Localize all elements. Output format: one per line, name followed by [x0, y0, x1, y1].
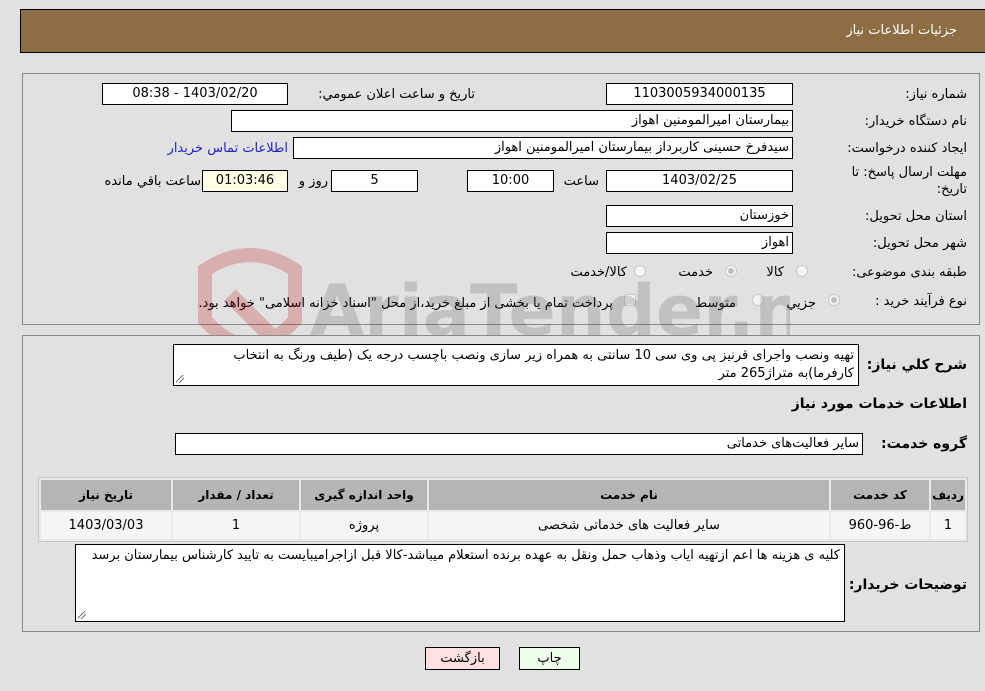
- announce-datetime-field: 1403/02/20 - 08:38: [102, 83, 288, 105]
- cell-service-code: ط-96-960: [831, 512, 929, 539]
- need-number-field: 1103005934000135: [606, 83, 793, 105]
- description-label: شرح کلي نیاز:: [866, 357, 967, 373]
- page-header: جزئیات اطلاعات نیاز: [20, 9, 985, 53]
- purchase-type-option-minor: جزيي: [786, 296, 816, 311]
- table-row: 1 ط-96-960 سایر فعالیت های خدماتی شخصی پ…: [41, 512, 965, 539]
- buyer-contact-link[interactable]: اطلاعات تماس خریدار: [168, 141, 288, 156]
- buyer-org-label: نام دستگاه خریدار:: [864, 114, 967, 129]
- remaining-days-label: روز و: [298, 174, 328, 189]
- buyer-notes-label: توضیحات خریدار:: [848, 577, 967, 593]
- category-radio-goods-service[interactable]: [634, 265, 646, 277]
- remaining-days-field: 5: [331, 170, 418, 192]
- service-group-field: سایر فعالیت‌های خدماتی: [175, 433, 863, 455]
- col-header-unit: واحد اندازه گیری: [301, 480, 427, 510]
- purchase-type-radio-medium[interactable]: [752, 294, 764, 306]
- announce-datetime-label: تاریخ و ساعت اعلان عمومي:: [318, 87, 475, 102]
- back-button[interactable]: بازگشت: [425, 647, 500, 670]
- col-header-service-code: کد خدمت: [831, 480, 929, 510]
- cell-service-name: سایر فعالیت های خدماتی شخصی: [429, 512, 829, 539]
- treasury-note: پرداخت تمام یا بخشی از مبلغ خرید،از محل …: [198, 296, 613, 311]
- table-header-row: ردیف کد خدمت نام خدمت واحد اندازه گیری ت…: [41, 480, 965, 510]
- category-radio-goods[interactable]: [796, 265, 808, 277]
- cell-quantity: 1: [173, 512, 299, 539]
- col-header-need-date: تاریخ نیاز: [41, 480, 171, 510]
- category-radio-service[interactable]: [725, 265, 737, 277]
- resize-grip-icon[interactable]: [176, 375, 184, 383]
- remaining-time-field: 01:03:46: [202, 170, 288, 192]
- resize-grip-icon[interactable]: [78, 611, 86, 619]
- purchase-type-radio-minor[interactable]: [828, 294, 840, 306]
- cell-unit: پروژه: [301, 512, 427, 539]
- services-table: ردیف کد خدمت نام خدمت واحد اندازه گیری ت…: [38, 477, 968, 542]
- cell-row-number: 1: [931, 512, 965, 539]
- service-group-label: گروه خدمت:: [881, 436, 967, 452]
- deadline-time-field: 10:00: [467, 170, 554, 192]
- deadline-date-field: 1403/02/25: [606, 170, 793, 192]
- cell-need-date: 1403/03/03: [41, 512, 171, 539]
- buyer-notes-text: کلیه ی هزینه ها اعم ازتهیه ایاب وذهاب حم…: [91, 548, 840, 563]
- requester-field: سیدفرخ حسینی کاربرداز بیمارستان امیرالمو…: [293, 137, 793, 159]
- category-option-service: خدمت: [678, 265, 713, 280]
- deadline-time-label: ساعت: [563, 174, 599, 189]
- description-text: تهیه ونصب واجرای قرنیز پی وی سی 10 سانتی…: [233, 348, 854, 381]
- purchase-type-option-medium: متوسط: [695, 296, 736, 311]
- requester-label: ایجاد کننده درخواست:: [847, 141, 967, 156]
- description-textarea[interactable]: تهیه ونصب واجرای قرنیز پی وی سی 10 سانتی…: [173, 344, 859, 386]
- province-field: خوزستان: [606, 205, 793, 227]
- province-label: استان محل تحویل:: [865, 209, 967, 224]
- print-button[interactable]: چاپ: [519, 647, 580, 670]
- purchase-type-label: نوع فرآیند خرید :: [875, 294, 967, 309]
- category-option-goods: کالا: [766, 265, 784, 280]
- treasury-checkbox[interactable]: [624, 294, 636, 306]
- city-label: شهر محل تحویل:: [872, 236, 967, 251]
- page-title: جزئیات اطلاعات نیاز: [846, 23, 957, 38]
- buyer-org-field: بیمارستان امیرالمومنین اهواز: [231, 110, 793, 132]
- deadline-label-line2: تاریخ:: [936, 182, 967, 197]
- col-header-row-number: ردیف: [931, 480, 965, 510]
- services-section-title: اطلاعات خدمات مورد نیاز: [791, 396, 967, 412]
- category-option-goods-service: کالا/خدمت: [570, 265, 627, 280]
- category-label: طبقه بندی موضوعی:: [851, 265, 967, 280]
- remaining-time-label: ساعت باقي مانده: [104, 174, 201, 189]
- col-header-service-name: نام خدمت: [429, 480, 829, 510]
- col-header-quantity: تعداد / مقدار: [173, 480, 299, 510]
- buyer-notes-textarea[interactable]: کلیه ی هزینه ها اعم ازتهیه ایاب وذهاب حم…: [75, 544, 845, 622]
- need-number-label: شماره نیاز:: [905, 87, 967, 102]
- city-field: اهواز: [606, 232, 793, 254]
- deadline-label-line1: مهلت ارسال پاسخ: تا: [851, 165, 967, 180]
